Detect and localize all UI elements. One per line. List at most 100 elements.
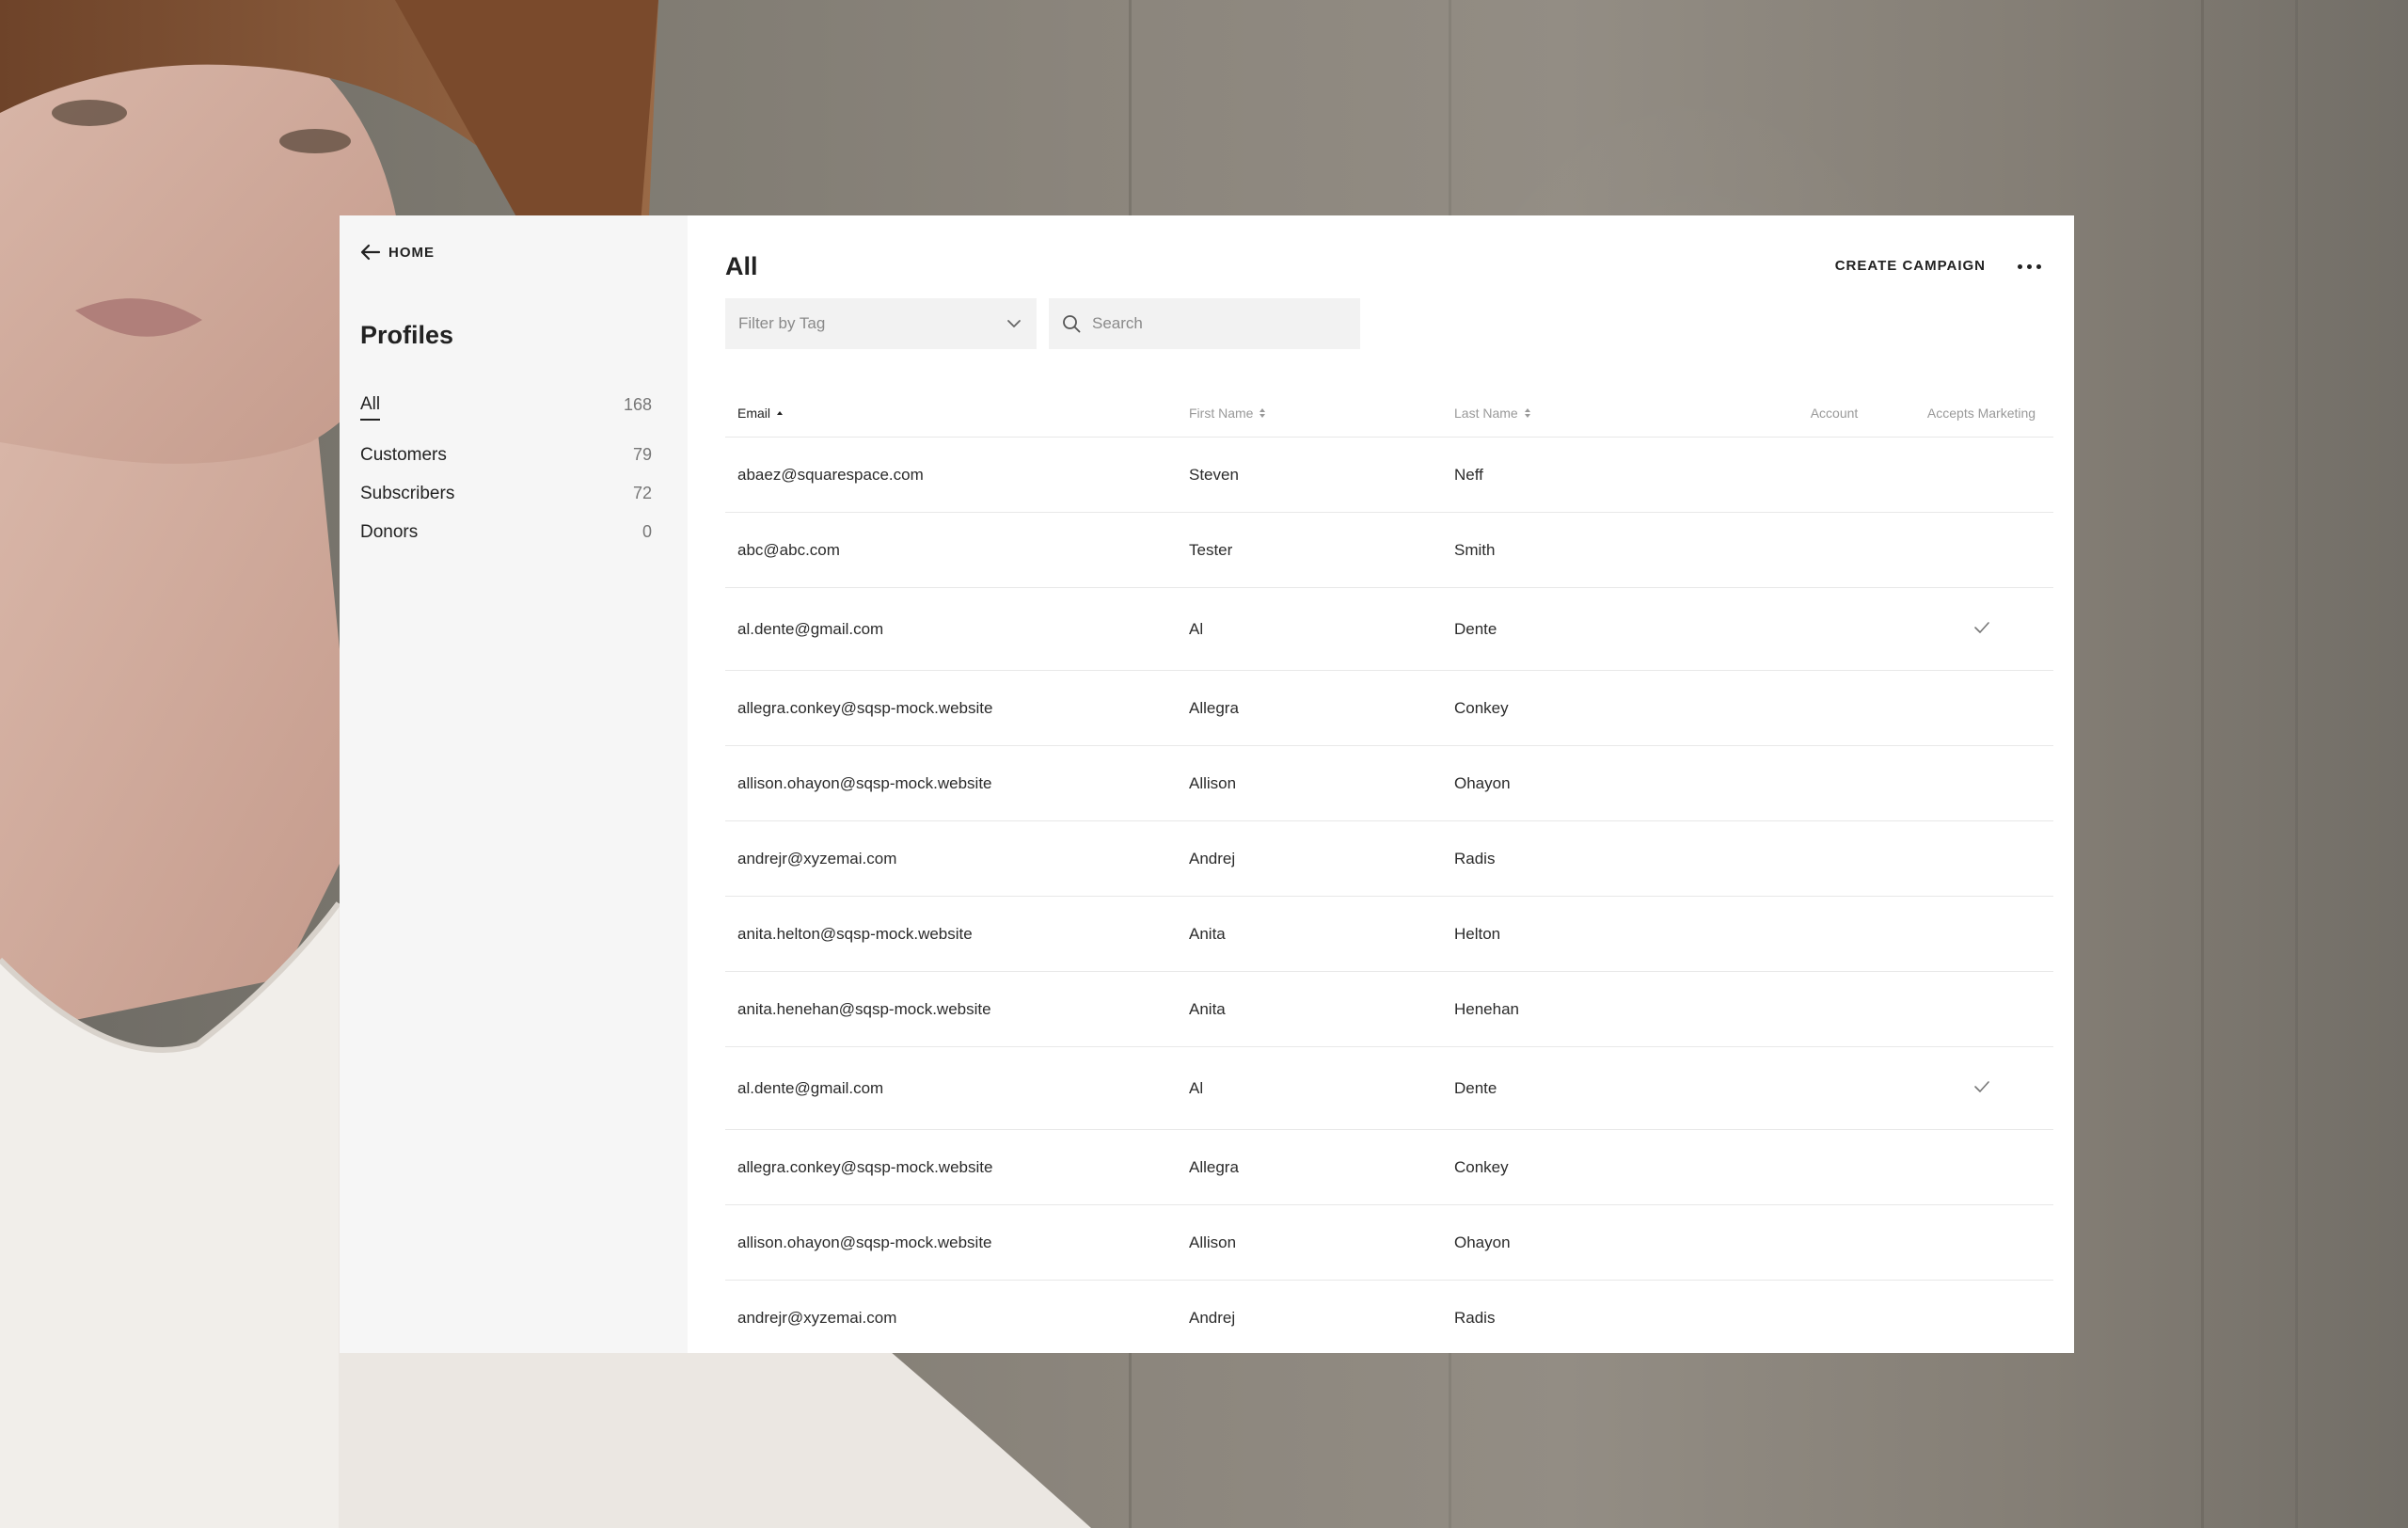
cell-last-name: Ohayon	[1454, 773, 1511, 792]
arrow-left-icon	[360, 244, 381, 261]
more-options-button[interactable]	[2010, 257, 2048, 276]
cell-last-name: Neff	[1454, 465, 1483, 484]
cell-email: abaez@squarespace.com	[737, 465, 924, 484]
wall-texture	[2295, 0, 2298, 1528]
cell-first-name: Steven	[1189, 465, 1239, 484]
cell-first-name: Allison	[1189, 1233, 1237, 1251]
check-icon	[1973, 621, 1989, 633]
profile-segments-nav: All 168 Customers 79 Subscribers 72 Dono…	[360, 385, 652, 551]
sidebar: HOME Profiles All 168 Customers 79 Subsc…	[340, 215, 688, 1353]
sidebar-item-customers[interactable]: Customers 79	[360, 436, 652, 474]
search-icon	[1063, 315, 1081, 333]
column-header-last-name[interactable]: Last Name	[1454, 406, 1759, 421]
cell-first-name: Al	[1189, 619, 1204, 638]
filter-by-tag-select[interactable]: Filter by Tag	[725, 298, 1037, 349]
sidebar-item-donors[interactable]: Donors 0	[360, 513, 652, 551]
check-icon	[1973, 1080, 1989, 1092]
table-row[interactable]: andrejr@xyzemai.com Andrej Radis	[725, 1281, 2053, 1353]
cell-first-name: Tester	[1189, 540, 1233, 559]
column-header-email[interactable]: Email	[725, 406, 1189, 421]
table-header: Email First Name Last Name Account Accep…	[725, 389, 2053, 438]
table-row[interactable]: allison.ohayon@sqsp-mock.website Allison O…	[725, 1205, 2053, 1281]
cell-accepts-marketing	[1909, 621, 2053, 634]
profiles-window: HOME Profiles All 168 Customers 79 Subsc…	[340, 215, 2074, 1353]
cell-email: allegra.conkey@sqsp-mock.website	[737, 698, 993, 717]
sort-icon	[1259, 407, 1266, 418]
page-title: All	[725, 252, 758, 280]
more-horizontal-icon	[2017, 263, 2041, 269]
sidebar-item-count: 0	[642, 522, 652, 541]
column-header-first-name[interactable]: First Name	[1189, 406, 1454, 421]
cell-email: anita.helton@sqsp-mock.website	[737, 924, 973, 943]
search-field	[1049, 298, 1360, 349]
cell-email: allegra.conkey@sqsp-mock.website	[737, 1157, 993, 1176]
sidebar-item-count: 79	[632, 445, 652, 464]
column-header-account: Account	[1759, 406, 1909, 421]
cell-email: andrejr@xyzemai.com	[737, 1308, 897, 1327]
cell-last-name: Ohayon	[1454, 1233, 1511, 1251]
cell-first-name: Andrej	[1189, 849, 1236, 867]
create-campaign-button[interactable]: CREATE CAMPAIGN	[1835, 258, 1986, 274]
sidebar-title: Profiles	[360, 321, 454, 349]
column-header-label: First Name	[1189, 405, 1254, 421]
cell-last-name: Radis	[1454, 1308, 1496, 1327]
cell-email: al.dente@gmail.com	[737, 1078, 884, 1097]
cell-first-name: Allegra	[1189, 1157, 1239, 1176]
cell-first-name: Anita	[1189, 999, 1226, 1018]
home-link[interactable]: HOME	[360, 244, 435, 261]
cell-last-name: Smith	[1454, 540, 1496, 559]
column-header-label: Accepts Marketing	[1926, 405, 2036, 421]
home-label: HOME	[388, 244, 435, 261]
cell-email: anita.henehan@sqsp-mock.website	[737, 999, 991, 1018]
sidebar-item-count: 168	[623, 394, 652, 414]
cell-last-name: Radis	[1454, 849, 1496, 867]
filter-by-tag-placeholder: Filter by Tag	[738, 314, 826, 332]
chevron-down-icon	[1007, 320, 1021, 327]
table-row[interactable]: allegra.conkey@sqsp-mock.website Allegra C…	[725, 671, 2053, 746]
cell-last-name: Conkey	[1454, 1157, 1509, 1176]
column-header-label: Email	[737, 405, 771, 421]
wall-texture	[2201, 0, 2204, 1528]
cell-email: allison.ohayon@sqsp-mock.website	[737, 773, 992, 792]
table-row[interactable]: anita.henehan@sqsp-mock.website Anita Hene…	[725, 972, 2053, 1047]
cell-last-name: Henehan	[1454, 999, 1520, 1018]
sidebar-item-subscribers[interactable]: Subscribers 72	[360, 474, 652, 513]
sidebar-item-label: Customers	[360, 444, 447, 465]
cell-email: allison.ohayon@sqsp-mock.website	[737, 1233, 992, 1251]
sidebar-item-count: 72	[632, 484, 652, 502]
cell-last-name: Dente	[1454, 1078, 1497, 1097]
cell-last-name: Conkey	[1454, 698, 1509, 717]
column-header-label: Account	[1810, 405, 1859, 421]
table-row[interactable]: anita.helton@sqsp-mock.website Anita Helto…	[725, 897, 2053, 972]
table-row[interactable]: allegra.conkey@sqsp-mock.website Allegra C…	[725, 1130, 2053, 1205]
sort-ascending-icon	[777, 410, 784, 415]
sidebar-item-label: Donors	[360, 521, 419, 542]
cell-first-name: Allegra	[1189, 698, 1239, 717]
table-row[interactable]: abc@abc.com Tester Smith	[725, 513, 2053, 588]
cell-last-name: Dente	[1454, 619, 1497, 638]
sidebar-item-all[interactable]: All 168	[360, 385, 652, 436]
profiles-table: Email First Name Last Name Account Accep…	[725, 389, 2053, 1353]
cell-first-name: Andrej	[1189, 1308, 1236, 1327]
table-body: abaez@squarespace.com Steven Neff abc@abc.c…	[725, 438, 2053, 1353]
sidebar-item-label: Subscribers	[360, 483, 455, 503]
table-row[interactable]: abaez@squarespace.com Steven Neff	[725, 438, 2053, 513]
column-header-label: Last Name	[1454, 405, 1518, 421]
main-content: All CREATE CAMPAIGN Filter by Tag Email	[688, 215, 2074, 1353]
column-header-accepts-marketing: Accepts Marketing	[1909, 406, 2053, 421]
table-row[interactable]: al.dente@gmail.com Al Dente	[725, 588, 2053, 671]
cell-email: andrejr@xyzemai.com	[737, 849, 897, 867]
cell-accepts-marketing	[1909, 1080, 2053, 1093]
table-row[interactable]: al.dente@gmail.com Al Dente	[725, 1047, 2053, 1130]
sort-icon	[1524, 407, 1530, 418]
cell-first-name: Allison	[1189, 773, 1237, 792]
table-row[interactable]: andrejr@xyzemai.com Andrej Radis	[725, 821, 2053, 897]
cell-email: al.dente@gmail.com	[737, 619, 884, 638]
cell-first-name: Al	[1189, 1078, 1204, 1097]
cell-email: abc@abc.com	[737, 540, 840, 559]
table-row[interactable]: allison.ohayon@sqsp-mock.website Allison O…	[725, 746, 2053, 821]
cell-first-name: Anita	[1189, 924, 1226, 943]
search-input[interactable]	[1092, 314, 1347, 333]
sidebar-item-label: All	[360, 394, 381, 421]
cell-last-name: Helton	[1454, 924, 1501, 943]
